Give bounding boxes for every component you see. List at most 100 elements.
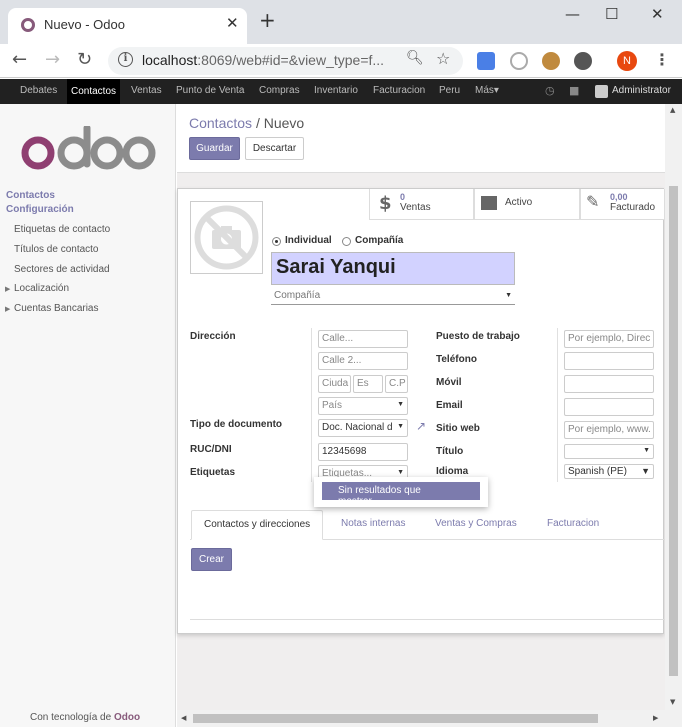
- tab-facturacion[interactable]: Facturacion: [535, 510, 611, 540]
- website-input[interactable]: Por ejemplo, www.: [564, 421, 654, 439]
- site-info-icon[interactable]: i: [118, 52, 133, 67]
- zip-input[interactable]: C.P: [385, 375, 408, 393]
- no-results-item[interactable]: Sin resultados que mostrar...: [322, 482, 480, 507]
- label-ruc-dni: RUC/DNI: [190, 444, 232, 455]
- sidebar-item-cuentas-bancarias[interactable]: Cuentas Bancarias: [14, 303, 99, 314]
- sidebar-item-titulos[interactable]: Títulos de contacto: [14, 244, 99, 255]
- vertical-scroll-thumb[interactable]: [669, 186, 678, 676]
- activity-clock-icon[interactable]: ◷: [545, 84, 555, 97]
- nav-debates[interactable]: Debates: [20, 85, 57, 96]
- divider: [190, 619, 665, 620]
- create-contact-button[interactable]: Crear: [191, 548, 232, 571]
- label-email: Email: [436, 400, 463, 411]
- messages-chat-icon[interactable]: ■: [569, 84, 579, 97]
- radio-company[interactable]: [342, 237, 351, 246]
- street2-input[interactable]: Calle 2...: [318, 352, 408, 370]
- nav-mas[interactable]: Más▾: [475, 85, 499, 96]
- sidebar-section-contactos[interactable]: Contactos: [6, 190, 55, 201]
- maximize-icon[interactable]: ☐: [605, 5, 618, 23]
- browser-titlebar: Nuevo - Odoo ✕ + — ☐ ✕: [0, 0, 682, 44]
- browser-toolbar: ← → ↻ i localhost:8069/web#id=&view_type…: [0, 44, 682, 78]
- discard-button[interactable]: Descartar: [245, 137, 304, 160]
- radio-individual[interactable]: [272, 237, 281, 246]
- nav-contactos[interactable]: Contactos: [67, 79, 121, 104]
- nav-facturacion[interactable]: Facturacion: [373, 85, 425, 96]
- back-icon[interactable]: ←: [12, 50, 27, 70]
- tab-notas-internas[interactable]: Notas internas: [329, 510, 417, 540]
- email-input[interactable]: [564, 398, 654, 416]
- label-etiquetas: Etiquetas: [190, 467, 236, 478]
- sidebar-section-configuracion[interactable]: Configuración: [6, 204, 74, 215]
- nav-ventas[interactable]: Ventas: [131, 85, 162, 96]
- vat-input[interactable]: 12345698: [318, 443, 408, 461]
- horizontal-scrollbar[interactable]: ◀ ▶: [177, 710, 682, 727]
- radio-company-label[interactable]: Compañía: [355, 235, 403, 246]
- tab-contactos-direcciones[interactable]: Contactos y direcciones: [191, 510, 324, 540]
- address-bar[interactable]: i localhost:8069/web#id=&view_type=f... …: [108, 47, 463, 75]
- zoom-icon[interactable]: 🔍︎: [406, 50, 424, 66]
- cookie-extension-icon[interactable]: [542, 52, 560, 70]
- nav-punto-de-venta[interactable]: Punto de Venta: [176, 85, 244, 96]
- powered-by: Con tecnología de Odoo: [30, 712, 141, 723]
- user-avatar[interactable]: [595, 85, 608, 98]
- nav-compras[interactable]: Compras: [259, 85, 300, 96]
- vertical-scrollbar[interactable]: ▲ ▼: [665, 104, 682, 710]
- archive-icon: [481, 196, 497, 210]
- extension-dark-icon[interactable]: [574, 52, 592, 70]
- translate-extension-icon[interactable]: [477, 52, 495, 70]
- doc-type-select[interactable]: Doc. Nacional d ▼: [318, 419, 408, 437]
- browser-tab[interactable]: Nuevo - Odoo ✕: [8, 8, 247, 44]
- tab-ventas-compras[interactable]: Ventas y Compras: [423, 510, 529, 540]
- odoo-logo: [21, 126, 156, 170]
- new-tab-button[interactable]: +: [259, 10, 276, 30]
- bookmark-star-icon[interactable]: ☆: [436, 49, 450, 68]
- stat-button-activo[interactable]: Activo: [474, 189, 580, 220]
- profile-avatar[interactable]: N: [617, 51, 637, 71]
- stat-button-facturado[interactable]: ✎ 0,00 Facturado: [580, 189, 665, 220]
- nav-inventario[interactable]: Inventario: [314, 85, 358, 96]
- reload-icon[interactable]: ↻: [77, 50, 92, 70]
- forward-icon[interactable]: →: [45, 50, 60, 70]
- state-select[interactable]: Es: [353, 375, 383, 393]
- browser-menu-icon[interactable]: ⋮: [654, 50, 670, 69]
- sidebar-item-localizacion[interactable]: Localización: [14, 283, 69, 294]
- external-link-icon[interactable]: ↗: [416, 419, 426, 433]
- chevron-down-icon: ▼: [643, 447, 650, 454]
- scroll-left-icon[interactable]: ◀: [181, 714, 186, 722]
- label-direccion: Dirección: [190, 331, 236, 342]
- scroll-down-icon[interactable]: ▼: [670, 698, 675, 706]
- save-button[interactable]: Guardar: [189, 137, 240, 160]
- minimize-icon[interactable]: —: [565, 5, 580, 23]
- nav-peru[interactable]: Peru: [439, 85, 460, 96]
- company-select[interactable]: Compañía ▼: [271, 290, 515, 305]
- chevron-down-icon: ▼: [397, 401, 404, 408]
- radio-individual-label[interactable]: Individual: [285, 235, 332, 246]
- tab-close-icon[interactable]: ✕: [226, 14, 239, 32]
- breadcrumb-parent[interactable]: Contactos: [189, 115, 252, 131]
- url-text[interactable]: localhost:8069/web#id=&view_type=f...: [142, 52, 384, 68]
- language-select[interactable]: Spanish (PE) ▼: [564, 464, 654, 479]
- extension-circle-icon[interactable]: [510, 52, 528, 70]
- street-input[interactable]: Calle...: [318, 330, 408, 348]
- scroll-up-icon[interactable]: ▲: [670, 106, 675, 114]
- sidebar-item-sectores[interactable]: Sectores de actividad: [14, 264, 110, 275]
- window-close-icon[interactable]: ✕: [651, 5, 664, 23]
- city-input[interactable]: Ciuda: [318, 375, 351, 393]
- chevron-down-icon: ▼: [397, 423, 404, 430]
- sidebar: Contactos Configuración Etiquetas de con…: [0, 104, 176, 727]
- chevron-down-icon: ▼: [397, 469, 404, 476]
- horizontal-scroll-thumb[interactable]: [193, 714, 598, 723]
- contact-image[interactable]: [190, 201, 263, 274]
- job-position-input[interactable]: Por ejemplo, Direc: [564, 330, 654, 348]
- stat-button-ventas[interactable]: $ 0 Ventas: [369, 189, 474, 220]
- caret-right-icon: ▶: [5, 305, 11, 313]
- phone-input[interactable]: [564, 352, 654, 370]
- mobile-input[interactable]: [564, 375, 654, 393]
- title-select[interactable]: ▼: [564, 444, 654, 459]
- country-select[interactable]: País ▼: [318, 397, 408, 415]
- scroll-right-icon[interactable]: ▶: [653, 714, 658, 722]
- user-menu[interactable]: Administrator: [612, 85, 671, 96]
- partner-name-input[interactable]: Sarai Yanqui: [271, 252, 515, 285]
- sidebar-item-etiquetas[interactable]: Etiquetas de contacto: [14, 224, 110, 235]
- breadcrumb-current: Nuevo: [263, 115, 305, 131]
